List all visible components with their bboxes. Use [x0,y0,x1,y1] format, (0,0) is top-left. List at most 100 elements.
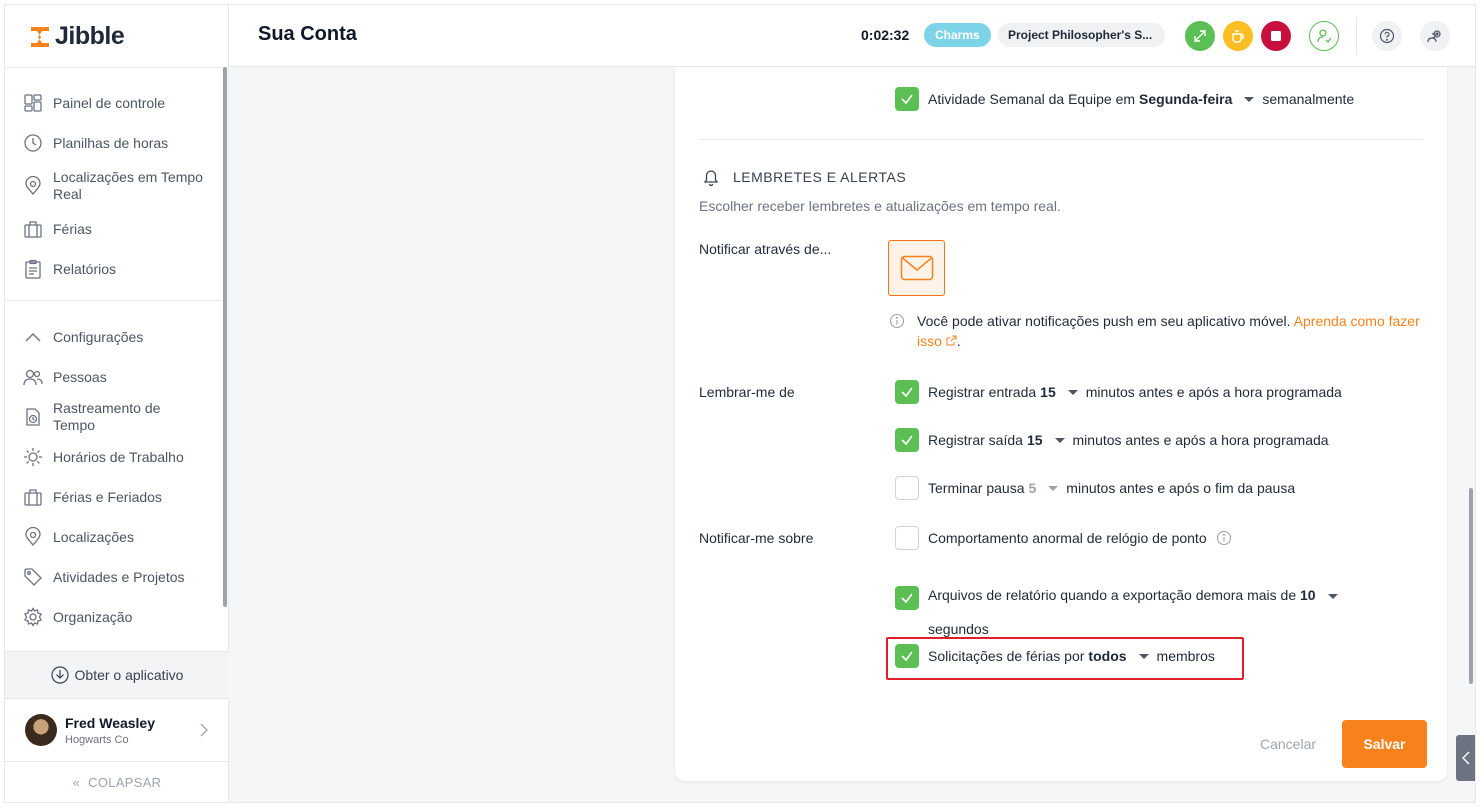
sidebar-item-settings[interactable]: Configurações [5,317,223,357]
remind-clock-out-checkbox[interactable] [895,428,919,452]
timer: 0:02:32 [861,27,910,43]
push-info: Você pode ativar notificações push em se… [889,311,1429,351]
save-button[interactable]: Salvar [1342,720,1427,768]
avatar [25,714,57,746]
remind-end-break-value[interactable]: 5 [1029,480,1037,496]
dropdown-caret-icon[interactable] [1054,437,1065,443]
switch-activity-button[interactable] [1185,21,1215,51]
remind-end-break-checkbox[interactable] [895,476,919,500]
download-icon [50,666,69,684]
push-info-text: Você pode ativar notificações push em se… [917,311,1429,351]
side-panel-toggle[interactable] [1456,735,1475,781]
sidebar-item-organization[interactable]: Organização [5,597,223,637]
sidebar-item-label: Relatórios [53,260,117,277]
dropdown-caret-icon[interactable] [1048,485,1059,491]
sidebar-item-work-schedules[interactable]: Horários de Trabalho [5,437,223,477]
break-button[interactable] [1223,21,1253,51]
weekly-activity-text: Atividade Semanal da Equipe em [928,91,1136,107]
remind-clock-in-value[interactable]: 15 [1040,384,1056,400]
dropdown-caret-icon[interactable] [1067,389,1078,395]
sidebar-item-timesheets[interactable]: Planilhas de horas [5,123,223,163]
chevron-right-icon [200,723,208,737]
help-button[interactable] [1372,21,1402,51]
help-icon [1379,28,1395,44]
weekly-activity-row: Atividade Semanal da Equipe em Segunda-f… [895,87,1354,111]
remind-end-break-text: Terminar pausa [928,480,1025,496]
report-files-value[interactable]: 10 [1300,587,1316,603]
top-bar: Sua Conta 0:02:32 Charms Project Philoso… [229,5,1475,67]
remind-clock-out-value[interactable]: 15 [1027,432,1043,448]
stop-button[interactable] [1261,21,1291,51]
remind-clock-in-suffix: minutos antes e após a hora programada [1085,384,1342,400]
envelope-icon [900,255,933,281]
divider [5,67,229,68]
push-info-message: Você pode ativar notificações push em se… [917,313,1291,329]
section-divider [699,139,1423,140]
email-channel-toggle[interactable] [888,240,945,296]
briefcase-icon [24,489,42,506]
sidebar-item-holidays[interactable]: Férias e Feriados [5,477,223,517]
info-icon[interactable] [1216,530,1232,546]
sidebar-item-label: Atividades e Projetos [53,568,185,585]
sidebar-item-vacation[interactable]: Férias [5,209,223,249]
clock-icon [24,134,42,152]
activity-chip[interactable]: Charms [924,23,991,47]
section-title: LEMBRETES E ALERTAS [733,169,907,185]
sidebar-item-reports[interactable]: Relatórios [5,249,223,289]
sidebar-item-locations[interactable]: Localizações [5,517,223,557]
abnormal-behavior-checkbox[interactable] [895,526,919,550]
chevron-up-icon [25,333,41,342]
gear-group-icon [1427,30,1441,43]
divider [5,300,229,301]
sidebar-scrollbar[interactable] [223,67,227,607]
push-info-period: . [956,333,961,349]
weekly-activity-checkbox[interactable] [895,87,919,111]
check-icon [901,387,913,398]
main-scrollbar[interactable] [1469,488,1473,684]
report-files-row: Arquivos de relatório quando a exportaçã… [895,578,1346,646]
clipboard-icon [25,259,41,279]
weekly-activity-suffix: semanalmente [1262,91,1355,107]
remind-clock-in-text: Registrar entrada [928,384,1037,400]
check-icon [901,593,913,604]
user-menu[interactable]: Fred Weasley Hogwarts Co [5,699,229,761]
cancel-button[interactable]: Cancelar [1260,736,1316,752]
dropdown-caret-icon[interactable] [1244,96,1255,102]
coffee-icon [1232,30,1244,43]
project-chip[interactable]: Project Philosopher's S... [998,23,1165,47]
double-chevron-left-icon: « [72,774,81,790]
time-tracking-icon [26,408,40,426]
sidebar-item-activities-projects[interactable]: Atividades e Projetos [5,557,223,597]
sidebar-item-people[interactable]: Pessoas [5,357,223,397]
switch-icon [1194,30,1206,42]
stop-icon [1271,31,1281,41]
sidebar-item-live-locations[interactable]: Localizações em Tempo Real [5,163,223,209]
sidebar-item-time-tracking[interactable]: Rastreamento de Tempo [5,397,223,437]
primary-nav: Painel de controle Planilhas de horas Lo… [5,83,223,289]
remind-end-break-suffix: minutos antes e após o fim da pausa [1066,480,1296,496]
abnormal-behavior-row: Comportamento anormal de relógio de pont… [895,526,1232,550]
collapse-button[interactable]: « COLAPSAR [5,761,229,802]
sidebar-item-label: Localizações em Tempo Real [53,169,203,202]
report-files-text-block: Arquivos de relatório quando a exportaçã… [928,578,1346,646]
briefcase-icon [24,221,42,238]
app-window: Jibble Painel de controle Planilhas de h… [4,4,1476,803]
integrations-button[interactable] [1420,21,1450,51]
report-files-text: Arquivos de relatório quando a exportaçã… [928,587,1297,603]
remind-clock-in-checkbox[interactable] [895,380,919,404]
weekly-day-value[interactable]: Segunda-feira [1139,91,1232,107]
collapse-label: COLAPSAR [88,774,162,790]
section-subtitle: Escolher receber lembretes e atualizaçõe… [699,198,1061,214]
abnormal-behavior-text: Comportamento anormal de relógio de pont… [928,530,1207,546]
dropdown-caret-icon[interactable] [1327,593,1338,599]
get-app-button[interactable]: Obter o aplicativo [5,651,229,699]
app-name: Jibble [55,22,125,50]
location-pin-icon [25,176,41,196]
sidebar-item-label: Organização [53,608,133,625]
report-files-checkbox[interactable] [895,586,919,610]
attendance-button[interactable] [1309,21,1339,51]
logo[interactable]: Jibble [29,22,125,51]
sidebar-item-dashboard[interactable]: Painel de controle [5,83,223,123]
sidebar-item-label: Férias [53,220,92,237]
page-title: Sua Conta [258,23,357,45]
